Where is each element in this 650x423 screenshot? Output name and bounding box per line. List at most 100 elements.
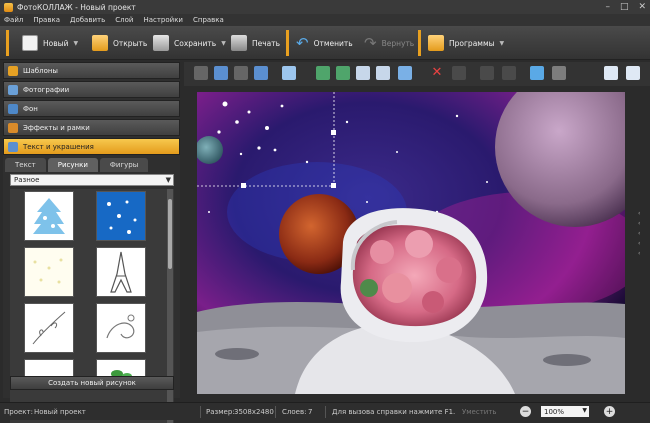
- gear-icon[interactable]: [530, 66, 544, 80]
- export-page-icon[interactable]: [604, 66, 618, 80]
- sparkles-thumbnail[interactable]: [24, 247, 74, 297]
- background-icon: [8, 103, 18, 114]
- lock-icon[interactable]: [552, 66, 566, 80]
- new-label: Новый: [43, 38, 69, 48]
- printer-icon: [231, 35, 247, 51]
- chevron-left-icon[interactable]: ‹: [638, 210, 640, 217]
- print-button[interactable]: Печать: [231, 32, 280, 54]
- left-panel: Шаблоны Фотографии Фон Эффекты и рамки Т…: [3, 62, 180, 423]
- menu-file[interactable]: Файл: [4, 16, 23, 24]
- rotate-left-icon[interactable]: [316, 66, 330, 80]
- collage-artwork: [197, 92, 625, 394]
- undo-label: Отменить: [313, 38, 353, 48]
- rotate-right-icon[interactable]: [336, 66, 350, 80]
- save-button[interactable]: Сохранить ▼: [153, 32, 226, 54]
- status-divider: [200, 406, 201, 418]
- collage-canvas[interactable]: [197, 92, 625, 394]
- flip-vertical-icon[interactable]: [376, 66, 390, 80]
- status-divider: [275, 406, 276, 418]
- remove-icon[interactable]: [502, 66, 516, 80]
- effects-icon[interactable]: [480, 66, 494, 80]
- maximize-button[interactable]: □: [620, 2, 629, 12]
- crop-icon[interactable]: [452, 66, 466, 80]
- close-button[interactable]: ✕: [638, 2, 646, 12]
- chevron-down-icon[interactable]: ▼: [221, 40, 226, 47]
- chevron-down-icon[interactable]: ▼: [73, 40, 78, 47]
- programs-label: Программы: [449, 38, 495, 48]
- sidebar-item-text-decor[interactable]: Текст и украшения: [3, 138, 180, 155]
- frame-icon[interactable]: [398, 66, 412, 80]
- toolbar-separator: [286, 30, 289, 56]
- menu-add[interactable]: Добавить: [70, 16, 105, 24]
- project-label: Проект:: [4, 408, 33, 416]
- open-label: Открыть: [113, 38, 148, 48]
- menu-edit[interactable]: Правка: [33, 16, 60, 24]
- flip-horizontal-icon[interactable]: [356, 66, 370, 80]
- subtabs: Текст Рисунки Фигуры: [3, 158, 180, 172]
- menu-help[interactable]: Справка: [193, 16, 224, 24]
- print-label: Печать: [252, 38, 281, 48]
- zoom-in-button[interactable]: +: [604, 406, 615, 417]
- menu-layer[interactable]: Слой: [115, 16, 133, 24]
- toolbar-separator: [418, 30, 421, 56]
- status-bar: Проект: Новый проект Размер: 3508x2480 С…: [0, 402, 650, 420]
- chevron-down-icon[interactable]: ▼: [500, 40, 505, 47]
- text-icon: [8, 141, 18, 152]
- toolbar-separator: [6, 30, 9, 56]
- zoom-value: 100%: [544, 407, 565, 416]
- chevron-left-icon[interactable]: ‹: [638, 250, 640, 257]
- panel-collapse-arrows[interactable]: ‹ ‹ ‹ ‹ ‹: [638, 210, 640, 257]
- align-icon[interactable]: [282, 66, 296, 80]
- minimize-button[interactable]: –: [605, 2, 610, 12]
- swirl-ornament-thumbnail[interactable]: [96, 303, 146, 353]
- open-button[interactable]: Открыть: [92, 32, 147, 54]
- chevron-left-icon[interactable]: ‹: [638, 220, 640, 227]
- chevron-down-icon: ▼: [165, 176, 171, 184]
- sidebar-item-effects[interactable]: Эффекты и рамки: [3, 119, 180, 136]
- tab-drawings[interactable]: Рисунки: [47, 158, 98, 172]
- save-icon: [153, 35, 169, 51]
- send-backward-icon[interactable]: [234, 66, 248, 80]
- send-to-back-icon[interactable]: [254, 66, 268, 80]
- status-divider: [325, 406, 326, 418]
- fit-button[interactable]: Уместить: [462, 408, 497, 416]
- zoom-select[interactable]: 100% ▼: [541, 406, 589, 417]
- programs-button[interactable]: Программы ▼: [428, 32, 504, 54]
- bring-forward-icon[interactable]: [194, 66, 208, 80]
- christmas-tree-thumbnail[interactable]: [24, 191, 74, 241]
- bring-to-front-icon[interactable]: [214, 66, 228, 80]
- category-select[interactable]: Разное ▼: [10, 174, 174, 186]
- layers-value: 7: [308, 408, 313, 416]
- new-button[interactable]: Новый ▼: [22, 32, 78, 54]
- app-logo-icon: [4, 2, 13, 12]
- menu-bar: Файл Правка Добавить Слой Настройки Спра…: [0, 14, 650, 26]
- menu-settings[interactable]: Настройки: [143, 16, 183, 24]
- delete-icon[interactable]: ✕: [430, 66, 444, 80]
- sidebar-item-photos[interactable]: Фотографии: [3, 81, 180, 98]
- chevron-left-icon[interactable]: ‹: [638, 240, 640, 247]
- sidebar-item-templates[interactable]: Шаблоны: [3, 62, 180, 79]
- sidebar-item-label: Фотографии: [23, 85, 70, 94]
- tab-shapes[interactable]: Фигуры: [99, 158, 149, 172]
- save-label: Сохранить: [174, 38, 217, 48]
- redo-button[interactable]: ↷ Вернуть: [364, 32, 414, 54]
- undo-button[interactable]: ↶ Отменить: [296, 32, 353, 54]
- chevron-left-icon[interactable]: ‹: [638, 230, 640, 237]
- layers-label: Слоев:: [282, 408, 307, 416]
- title-bar: ФотоКОЛЛАЖ - Новый проект – □ ✕: [0, 0, 650, 14]
- tab-text[interactable]: Текст: [5, 158, 46, 172]
- scrollbar-thumb[interactable]: [168, 199, 172, 269]
- sidebar-item-background[interactable]: Фон: [3, 100, 180, 117]
- window-title: ФотоКОЛЛАЖ - Новый проект: [17, 2, 136, 12]
- floral-branch-thumbnail[interactable]: [24, 303, 74, 353]
- add-page-icon[interactable]: [626, 66, 640, 80]
- star-icon: [8, 65, 18, 76]
- zoom-out-button[interactable]: −: [520, 406, 531, 417]
- category-value: Разное: [14, 176, 40, 184]
- snowflakes-thumbnail[interactable]: [96, 191, 146, 241]
- create-drawing-button[interactable]: Создать новый рисунок: [10, 376, 174, 390]
- eiffel-tower-thumbnail[interactable]: [96, 247, 146, 297]
- redo-label: Вернуть: [381, 38, 415, 48]
- programs-icon: [428, 35, 444, 51]
- main-toolbar: Новый ▼ Открыть Сохранить ▼ Печать ↶ Отм…: [0, 26, 650, 60]
